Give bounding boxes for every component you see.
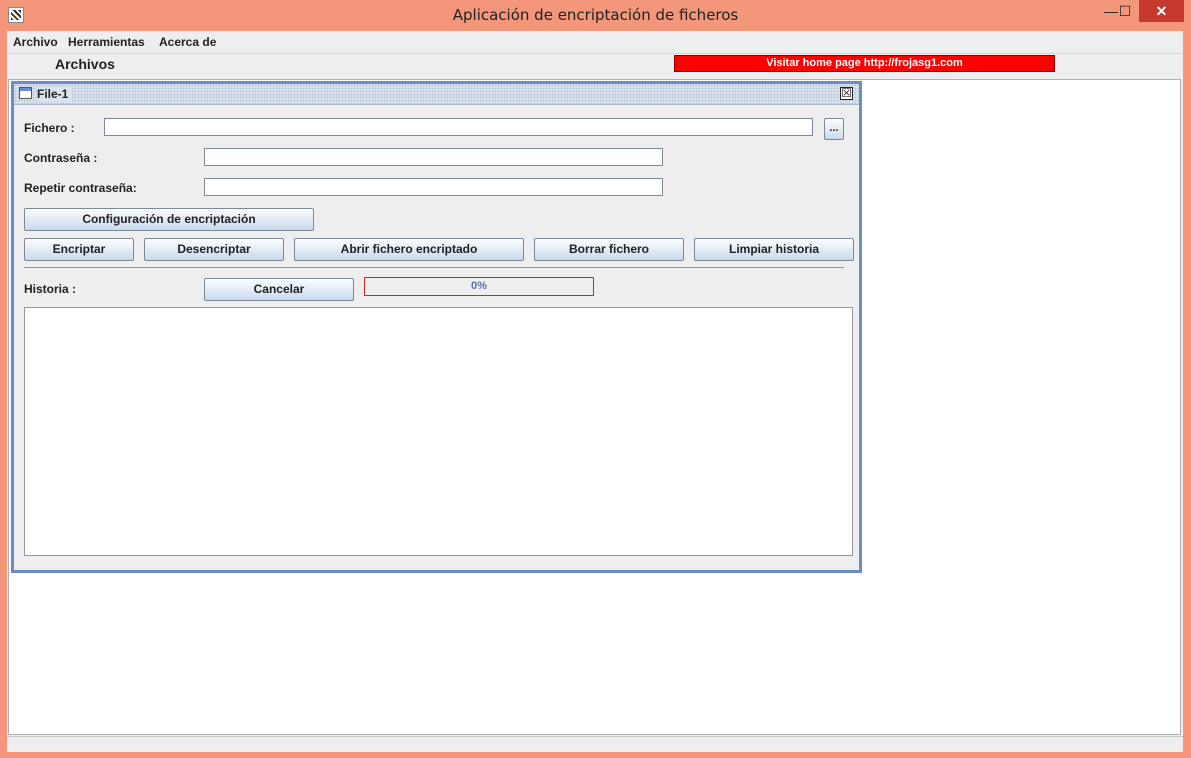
delete-file-button[interactable]: Borrar fichero (534, 238, 684, 261)
file-label: Fichero : (24, 121, 75, 135)
password-label: Contraseña : (24, 151, 98, 165)
browse-button[interactable]: ... (824, 118, 844, 140)
frame-window-icon (19, 87, 32, 99)
encrypt-button[interactable]: Encriptar (24, 238, 134, 261)
repeat-password-label: Repetir contraseña: (24, 181, 137, 195)
toolbar: Archivos Visitar home page http://frojas… (7, 54, 1183, 78)
clear-history-button[interactable]: Limpiar historia (694, 238, 854, 261)
history-label: Historia : (24, 282, 77, 296)
home-page-link[interactable]: Visitar home page http://frojasg1.com (674, 55, 1055, 72)
password-field[interactable] (204, 148, 663, 166)
menu-bar: Archivo Herramientas Acerca de (7, 31, 1183, 54)
internal-frame-title: File-1 (37, 87, 73, 101)
desktop-pane: File-1 ☒ Fichero : ... Contraseña : Repe… (8, 79, 1181, 735)
separator (24, 267, 844, 268)
window-titlebar: Aplicación de encriptación de ficheros —… (0, 0, 1191, 32)
cancel-button[interactable]: Cancelar (204, 278, 354, 301)
open-encrypted-file-button[interactable]: Abrir fichero encriptado (294, 238, 524, 261)
decrypt-button[interactable]: Desencriptar (144, 238, 284, 261)
internal-frame-titlebar[interactable]: File-1 ☒ (14, 84, 859, 105)
menu-acerca-de[interactable]: Acerca de (159, 35, 216, 49)
file-field[interactable] (104, 118, 813, 136)
maximize-button[interactable]: ☐ (1110, 0, 1140, 22)
menu-archivo[interactable]: Archivo (13, 35, 58, 49)
app-client-area: Archivo Herramientas Acerca de Archivos … (7, 31, 1183, 752)
encryption-config-button[interactable]: Configuración de encriptación (24, 208, 314, 231)
progress-bar: 0% (364, 277, 594, 296)
close-button[interactable]: ✕ (1139, 0, 1184, 22)
files-label: Archivos (55, 56, 115, 72)
menu-herramientas[interactable]: Herramientas (68, 35, 145, 49)
frame-close-button[interactable]: ☒ (840, 87, 853, 100)
status-bar (7, 736, 1183, 752)
history-text-area[interactable] (24, 307, 853, 556)
window-title: Aplicación de encriptación de ficheros (452, 6, 739, 24)
repeat-password-field[interactable] (204, 178, 663, 196)
internal-frame-file-1: File-1 ☒ Fichero : ... Contraseña : Repe… (11, 81, 862, 573)
